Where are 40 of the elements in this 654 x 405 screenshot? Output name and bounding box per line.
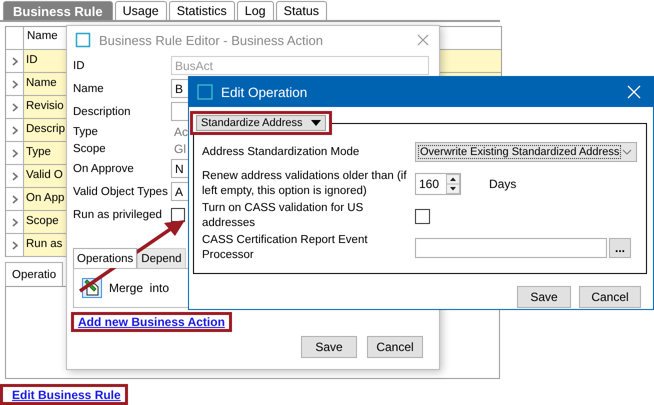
field-label: Address Standardization Mode	[202, 144, 360, 160]
field-label: Run as privileged	[73, 208, 163, 220]
cancel-button[interactable]: Cancel	[367, 336, 423, 358]
window-icon	[75, 32, 91, 48]
close-icon[interactable]	[417, 34, 429, 46]
field-label: Name	[73, 82, 105, 94]
tab[interactable]: Usage	[114, 1, 167, 20]
tab[interactable]: Depend	[137, 248, 186, 268]
browse-button[interactable]: ...	[609, 238, 631, 258]
field-label: Scope	[73, 142, 107, 154]
checkbox[interactable]	[415, 208, 430, 224]
operation-label: Merge into	[109, 281, 170, 295]
field-value: Ac	[173, 124, 188, 138]
tab[interactable]: Statistics	[168, 1, 235, 20]
mode-select[interactable]: Overwrite Existing Standardized Address	[415, 142, 637, 162]
cancel-button[interactable]: Cancel	[579, 286, 641, 308]
add-business-action-link[interactable]: Add new Business Action	[78, 315, 225, 329]
field-label: ID	[73, 60, 86, 72]
edit-business-rule-link[interactable]: Edit Business Rule	[12, 388, 121, 402]
field-value: Gl	[173, 142, 186, 156]
tab[interactable]: Operations	[73, 248, 138, 268]
dropdown-arrow-icon	[310, 120, 321, 126]
tab[interactable]: Log	[236, 1, 274, 20]
field-label: Description	[73, 106, 132, 118]
days-spinner[interactable]: 160	[415, 173, 461, 195]
checkbox[interactable]	[171, 208, 185, 222]
field-label: On Approve	[73, 162, 135, 174]
tab[interactable]: Business Rule	[3, 1, 113, 20]
chevron-down-icon	[622, 149, 632, 155]
field-label: Valid Object Types	[73, 186, 169, 198]
tab[interactable]: Operatio	[5, 262, 64, 286]
window-title: Business Rule Editor - Business Action	[99, 32, 324, 48]
input-field[interactable]	[415, 238, 607, 258]
save-button[interactable]: Save	[517, 286, 571, 308]
column-header: Name	[26, 29, 59, 44]
window-icon	[197, 84, 213, 100]
save-button[interactable]: Save	[301, 336, 357, 358]
tab[interactable]: Status	[276, 1, 328, 20]
operation-type-dropdown[interactable]: Standardize Address	[196, 115, 326, 131]
field-label: Type	[73, 126, 99, 138]
